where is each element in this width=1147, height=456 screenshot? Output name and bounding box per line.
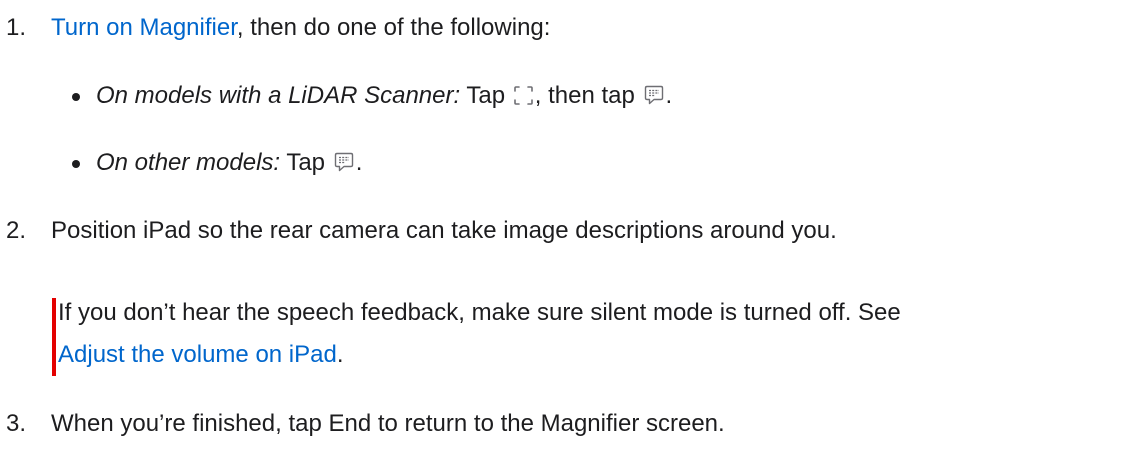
instructions-page: 1. Turn on Magnifier, then do one of the… <box>0 0 1147 456</box>
detection-mode-icon <box>513 82 534 116</box>
image-descriptions-icon <box>333 149 355 183</box>
note-line-2: Adjust the volume on iPad. <box>58 338 344 372</box>
step-1-number: 1. <box>6 14 27 41</box>
bullet-lidar-models: On models with a LiDAR Scanner: Tap , th… <box>72 79 673 116</box>
note-text-after: . <box>336 341 344 368</box>
turn-on-magnifier-link[interactable]: Turn on Magnifier <box>51 14 237 41</box>
bullet-other-text-c: . <box>355 149 363 176</box>
step-3-text: When you’re finished, tap End to return … <box>51 410 725 437</box>
note-callout: If you don’t hear the speech feedback, m… <box>51 296 1141 380</box>
bullet-other-label: On other models: <box>96 149 281 176</box>
note-text: If you don’t hear the speech feedback, m… <box>58 299 901 326</box>
image-descriptions-icon <box>643 82 665 116</box>
step-1-text-after: , then do one of the following: <box>236 14 551 41</box>
bullet-other-models: On other models: Tap . <box>72 146 363 183</box>
bullet-lidar-label: On models with a LiDAR Scanner: <box>96 82 461 109</box>
bullet-dot <box>72 93 80 101</box>
bullet-dot <box>72 160 80 168</box>
step-3-number: 3. <box>6 410 27 437</box>
bullet-lidar-text-a: Tap <box>460 82 512 109</box>
step-2-text: Position iPad so the rear camera can tak… <box>51 217 837 244</box>
bullet-other-text-a: Tap <box>280 149 332 176</box>
bullet-lidar-text-c: . <box>665 82 673 109</box>
adjust-volume-link[interactable]: Adjust the volume on iPad <box>58 341 337 368</box>
step-2-number: 2. <box>6 217 27 244</box>
note-accent-bar <box>52 298 56 376</box>
bullet-lidar-text-b: , then tap <box>534 82 642 109</box>
step-1-text: Turn on Magnifier, then do one of the fo… <box>51 11 550 45</box>
